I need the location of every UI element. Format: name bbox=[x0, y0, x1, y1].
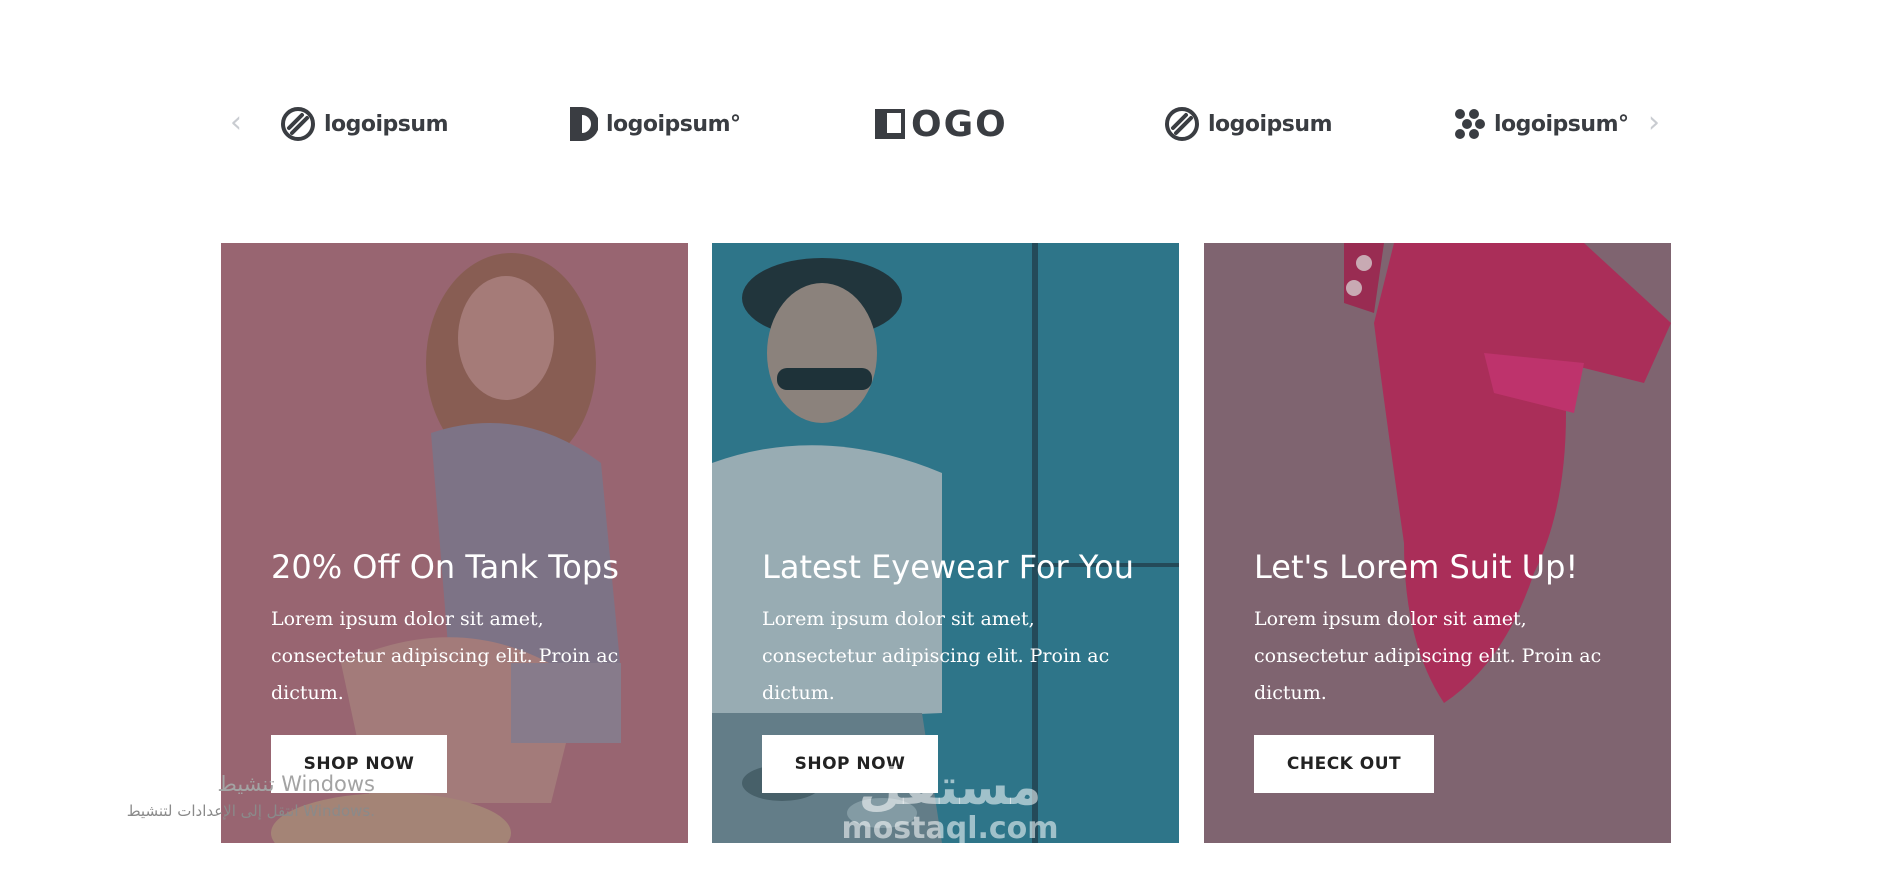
logo-text: logoipsum° bbox=[1494, 111, 1629, 137]
logo-text: logoipsum bbox=[1208, 111, 1333, 137]
watermark-arabic: مستقل bbox=[858, 758, 1042, 816]
carousel-next-button[interactable]: › bbox=[1644, 108, 1664, 138]
windows-activation-notice: تنشيط Windows انتقل إلى الإعدادات لتنشيط… bbox=[90, 772, 375, 820]
brand-logo-4: logoipsum bbox=[1164, 104, 1333, 144]
logo-text: logoipsum° bbox=[606, 111, 741, 137]
logo-text: OGO bbox=[911, 103, 1008, 145]
half-circle-block-icon bbox=[570, 107, 598, 141]
dots-cluster-icon bbox=[1455, 109, 1485, 139]
logo-text: logoipsum bbox=[324, 111, 449, 137]
promo-card-tank-tops[interactable]: 20% Off On Tank Tops Lorem ipsum dolor s… bbox=[221, 243, 688, 843]
brand-logo-5: logoipsum° bbox=[1450, 104, 1629, 144]
stripe-circle-icon bbox=[281, 107, 315, 141]
card-description: Lorem ipsum dolor sit amet, consectetur … bbox=[1254, 608, 1602, 704]
carousel-prev-button[interactable]: ‹ bbox=[226, 108, 246, 138]
card-description: Lorem ipsum dolor sit amet, consectetur … bbox=[762, 608, 1110, 704]
stripe-circle-icon bbox=[1165, 107, 1199, 141]
promo-card-suit-up[interactable]: Let's Lorem Suit Up! Lorem ipsum dolor s… bbox=[1204, 243, 1671, 843]
card-title: Let's Lorem Suit Up! bbox=[1254, 548, 1579, 586]
activation-title: تنشيط Windows bbox=[217, 772, 375, 796]
card-title: 20% Off On Tank Tops bbox=[271, 548, 619, 586]
activation-subtitle: انتقل إلى الإعدادات لتنشيط Windows. bbox=[126, 802, 375, 820]
brand-logo-2: logoipsum° bbox=[568, 104, 741, 144]
brand-logo-3: OGO bbox=[873, 103, 1008, 145]
watermark-latin: mostaql.com bbox=[841, 811, 1059, 846]
mostaql-watermark: مستقل mostaql.com bbox=[830, 760, 1070, 844]
check-out-button[interactable]: CHECK OUT bbox=[1254, 735, 1434, 793]
card-title: Latest Eyewear For You bbox=[762, 548, 1135, 586]
card-description: Lorem ipsum dolor sit amet, consectetur … bbox=[271, 608, 619, 704]
square-corner-icon bbox=[875, 109, 905, 139]
brand-logo-1: logoipsum bbox=[280, 104, 449, 144]
promo-card-eyewear[interactable]: Latest Eyewear For You Lorem ipsum dolor… bbox=[712, 243, 1179, 843]
